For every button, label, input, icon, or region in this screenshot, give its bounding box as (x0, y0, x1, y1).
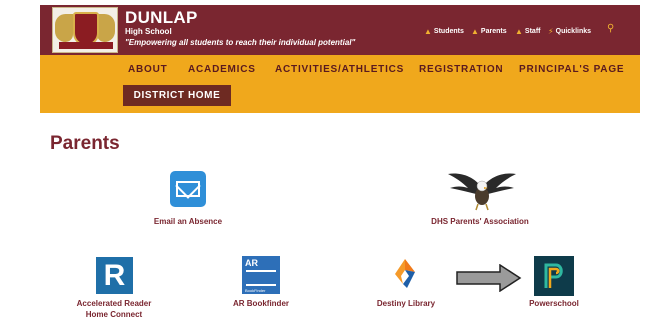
bookfinder-logo-sub: BookFinder (245, 288, 266, 293)
tile-label[interactable]: Powerschool (474, 298, 634, 309)
person-icon: ▲ (424, 26, 432, 36)
utility-link-staff[interactable]: ▲ Staff (515, 25, 540, 37)
nav-academics[interactable]: ACADEMICS (188, 64, 256, 75)
school-name[interactable]: DUNLAP (125, 8, 198, 28)
school-motto: "Empowering all students to reach their … (125, 38, 356, 47)
powerschool-icon[interactable] (534, 256, 574, 296)
main-nav: ABOUT ACADEMICS ACTIVITIES/ATHLETICS REG… (40, 55, 640, 113)
tile-label[interactable]: DHS Parents' Association (400, 216, 560, 227)
arrow-right-icon (456, 264, 522, 292)
person-icon: ▲ (471, 26, 479, 36)
nav-about[interactable]: ABOUT (128, 64, 168, 75)
eagle-icon[interactable] (446, 168, 518, 212)
nav-registration[interactable]: REGISTRATION (419, 64, 503, 75)
nav-activities-athletics[interactable]: ACTIVITIES/ATHLETICS (275, 64, 404, 75)
utility-link-quicklinks[interactable]: ⚡ Quicklinks (548, 25, 591, 37)
site-header: DUNLAP High School "Empowering all stude… (40, 5, 640, 55)
utility-link-students[interactable]: ▲ Students (424, 25, 464, 37)
ar-letter: R (103, 259, 126, 292)
email-icon[interactable] (170, 171, 206, 207)
bolt-icon: ⚡ (548, 26, 554, 36)
school-crest-icon[interactable] (52, 7, 118, 53)
utility-link-parents[interactable]: ▲ Parents (471, 25, 507, 37)
person-icon: ▲ (515, 26, 523, 36)
nav-principals-page[interactable]: PRINCIPAL'S PAGE (519, 64, 624, 75)
search-icon[interactable]: ⚲ (607, 23, 614, 34)
bookfinder-logo-text: AR (245, 258, 258, 268)
tile-label-line2: Home Connect (85, 310, 143, 319)
school-type: High School (125, 27, 172, 36)
tile-label[interactable]: Email an Absence (108, 216, 268, 227)
district-home-button[interactable]: DISTRICT HOME (123, 85, 231, 106)
page-title: Parents (50, 133, 120, 154)
ar-bookfinder-icon[interactable]: AR BookFinder (242, 256, 280, 294)
accelerated-reader-icon[interactable]: R (96, 257, 133, 294)
tile-label-line1: Accelerated Reader (76, 299, 152, 308)
tile-label[interactable]: AR Bookfinder (181, 298, 341, 309)
tile-label[interactable]: Destiny Library (326, 298, 486, 309)
destiny-library-icon[interactable] (393, 258, 417, 290)
